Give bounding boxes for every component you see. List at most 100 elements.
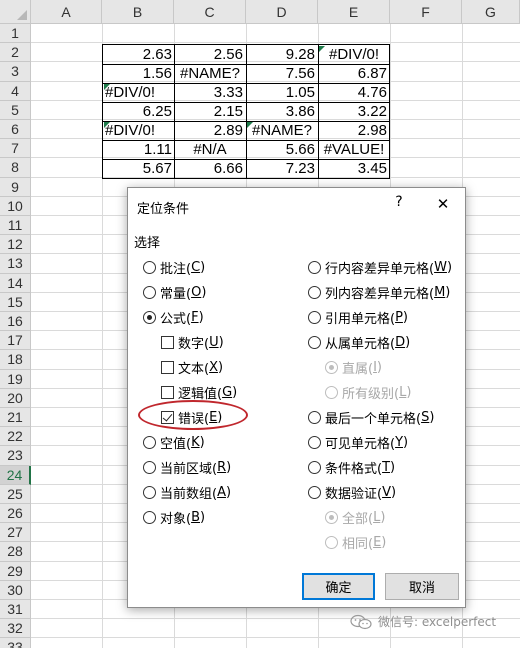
cell[interactable]: #DIV/0!: [103, 121, 175, 141]
radio-icon[interactable]: [308, 485, 321, 499]
column-header-f[interactable]: F: [390, 0, 462, 24]
row-header[interactable]: 13: [0, 254, 31, 274]
option-row-differences[interactable]: 行内容差异单元格(W): [308, 258, 452, 277]
cell[interactable]: 9.28: [246, 45, 318, 65]
radio-selected-icon[interactable]: [143, 310, 156, 324]
row-header[interactable]: 21: [0, 408, 31, 428]
row-header[interactable]: 19: [0, 369, 31, 389]
radio-icon[interactable]: [308, 260, 321, 274]
select-all-corner[interactable]: [0, 0, 31, 24]
column-header-d[interactable]: D: [246, 0, 318, 24]
checkbox-icon[interactable]: [161, 335, 174, 349]
row-header[interactable]: 10: [0, 196, 31, 216]
row-header[interactable]: 15: [0, 292, 31, 312]
row-header[interactable]: 32: [0, 619, 31, 639]
cell[interactable]: #N/A: [174, 140, 246, 160]
radio-icon[interactable]: [308, 410, 321, 424]
row-header[interactable]: 18: [0, 350, 31, 370]
cell[interactable]: 2.15: [174, 102, 246, 122]
row-header[interactable]: 14: [0, 273, 31, 293]
column-header-g[interactable]: G: [462, 0, 520, 24]
row-header[interactable]: 33: [0, 638, 31, 648]
ok-button[interactable]: 确定: [302, 573, 375, 600]
checkbox-icon[interactable]: [161, 360, 174, 374]
option-last-cell[interactable]: 最后一个单元格(S): [308, 408, 434, 427]
cell[interactable]: #DIV/0!: [103, 83, 175, 103]
row-header[interactable]: 25: [0, 484, 31, 504]
radio-icon[interactable]: [308, 435, 321, 449]
checkbox-logicals[interactable]: 逻辑值(G): [161, 383, 237, 402]
column-header-b[interactable]: B: [102, 0, 174, 24]
cell[interactable]: 2.89: [174, 121, 246, 141]
cell[interactable]: 6.25: [103, 102, 175, 122]
cell[interactable]: 3.33: [174, 83, 246, 103]
radio-icon[interactable]: [308, 335, 321, 349]
radio-icon[interactable]: [308, 460, 321, 474]
radio-icon[interactable]: [143, 485, 156, 499]
row-header[interactable]: 9: [0, 177, 31, 197]
cell[interactable]: 2.98: [318, 121, 390, 141]
option-dependents[interactable]: 从属单元格(D): [308, 333, 410, 352]
row-header[interactable]: 31: [0, 600, 31, 620]
radio-icon[interactable]: [308, 310, 321, 324]
radio-icon[interactable]: [143, 260, 156, 274]
cell[interactable]: 3.86: [246, 102, 318, 122]
cell[interactable]: 1.11: [103, 140, 175, 160]
option-objects[interactable]: 对象(B): [143, 508, 205, 527]
option-constants[interactable]: 常量(O): [143, 283, 206, 302]
row-header[interactable]: 27: [0, 523, 31, 543]
row-header[interactable]: 4: [0, 81, 31, 101]
row-header[interactable]: 6: [0, 120, 31, 140]
row-header[interactable]: 8: [0, 158, 31, 178]
row-header[interactable]: 24: [0, 465, 31, 485]
cell[interactable]: #DIV/0!: [318, 45, 390, 65]
cancel-button[interactable]: 取消: [385, 573, 459, 600]
row-header[interactable]: 29: [0, 561, 31, 581]
help-button[interactable]: ?: [390, 194, 408, 214]
column-header-e[interactable]: E: [318, 0, 390, 24]
option-data-validation[interactable]: 数据验证(V): [308, 483, 396, 502]
option-comments[interactable]: 批注(C): [143, 258, 205, 277]
row-header[interactable]: 28: [0, 542, 31, 562]
row-header[interactable]: 5: [0, 100, 31, 120]
column-header-c[interactable]: C: [174, 0, 246, 24]
cell[interactable]: #NAME?: [246, 121, 318, 141]
option-formulas[interactable]: 公式(F): [143, 308, 204, 327]
cell[interactable]: 5.66: [246, 140, 318, 160]
row-header[interactable]: 3: [0, 62, 31, 82]
cell[interactable]: 7.56: [246, 64, 318, 84]
option-conditional-formats[interactable]: 条件格式(T): [308, 458, 395, 477]
row-header[interactable]: 20: [0, 388, 31, 408]
checkbox-icon[interactable]: [161, 385, 174, 399]
row-header[interactable]: 1: [0, 24, 31, 44]
cell[interactable]: 1.05: [246, 83, 318, 103]
cell[interactable]: 3.45: [318, 159, 390, 179]
radio-icon[interactable]: [308, 285, 321, 299]
option-blanks[interactable]: 空值(K): [143, 433, 205, 452]
cell[interactable]: 1.56: [103, 64, 175, 84]
row-header[interactable]: 30: [0, 580, 31, 600]
row-header[interactable]: 7: [0, 139, 31, 159]
close-button[interactable]: ✕: [432, 193, 454, 215]
cell[interactable]: 3.22: [318, 102, 390, 122]
option-current-array[interactable]: 当前数组(A): [143, 483, 231, 502]
cell[interactable]: #VALUE!: [318, 140, 390, 160]
cell[interactable]: 6.66: [174, 159, 246, 179]
option-current-region[interactable]: 当前区域(R): [143, 458, 231, 477]
row-header[interactable]: 22: [0, 427, 31, 447]
row-header[interactable]: 23: [0, 446, 31, 466]
radio-icon[interactable]: [143, 435, 156, 449]
cell[interactable]: 2.63: [103, 45, 175, 65]
radio-icon[interactable]: [143, 510, 156, 524]
row-header[interactable]: 26: [0, 504, 31, 524]
row-header[interactable]: 2: [0, 43, 31, 63]
option-precedents[interactable]: 引用单元格(P): [308, 308, 408, 327]
option-column-differences[interactable]: 列内容差异单元格(M): [308, 283, 450, 302]
checkbox-text[interactable]: 文本(X): [161, 358, 223, 377]
cell[interactable]: 7.23: [246, 159, 318, 179]
column-header-a[interactable]: A: [31, 0, 102, 24]
cell[interactable]: 5.67: [103, 159, 175, 179]
row-header[interactable]: 11: [0, 216, 31, 236]
radio-icon[interactable]: [143, 460, 156, 474]
row-header[interactable]: 16: [0, 312, 31, 332]
